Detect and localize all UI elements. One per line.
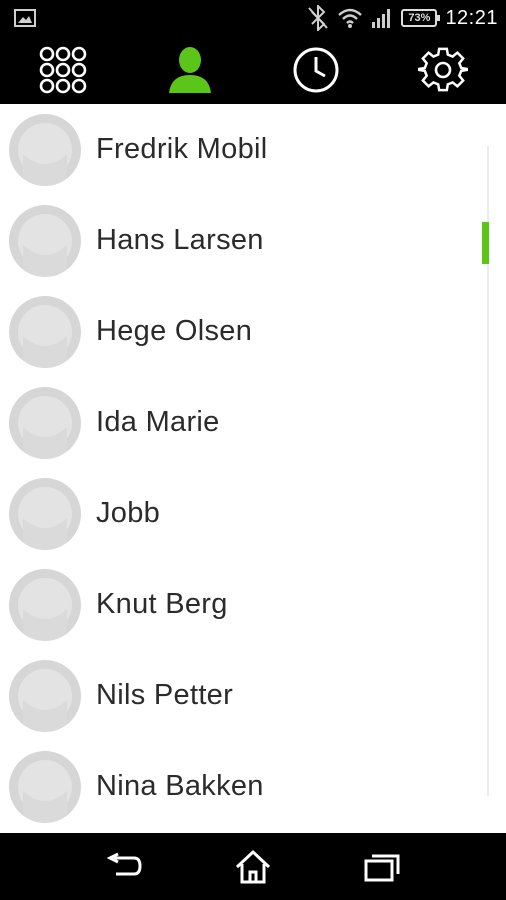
contact-row[interactable]: Hege Olsen [0, 286, 506, 377]
home-button[interactable] [223, 837, 283, 897]
contact-list[interactable]: Fredrik Mobil Hans Larsen Hege Olsen Ida… [0, 104, 506, 833]
system-nav-bar [0, 833, 506, 900]
home-icon [235, 849, 271, 883]
top-nav [0, 36, 506, 104]
recents-clock-icon [293, 47, 339, 93]
avatar-placeholder-icon [9, 477, 81, 550]
contacts-icon [168, 47, 211, 93]
contact-name: Nina Bakken [96, 770, 264, 802]
back-icon [106, 852, 142, 875]
contact-row[interactable]: Knut Berg [0, 559, 506, 650]
contact-name: Nils Petter [96, 679, 234, 711]
tab-settings[interactable] [380, 36, 506, 104]
wifi-icon [338, 8, 363, 28]
dialpad-icon [39, 46, 87, 94]
image-notification-icon [14, 9, 36, 27]
contact-name: Ida Marie [96, 406, 220, 438]
avatar-placeholder-icon [9, 568, 81, 641]
scroll-thumb[interactable] [482, 222, 489, 264]
clock-time: 12:21 [445, 6, 498, 29]
contact-name: Hans Larsen [96, 224, 264, 256]
contact-row[interactable]: Hans Larsen [0, 195, 506, 286]
battery-icon: 73% [401, 9, 441, 27]
avatar-placeholder-icon [9, 113, 81, 186]
avatar-placeholder-icon [9, 750, 81, 823]
settings-gear-icon [417, 47, 468, 92]
avatar-placeholder-icon [9, 295, 81, 368]
status-bar: 73% 12:21 [0, 0, 506, 36]
contact-name: Jobb [96, 497, 161, 529]
signal-icon [372, 9, 391, 28]
contact-name: Hege Olsen [96, 315, 253, 347]
contact-row[interactable]: Ida Marie [0, 377, 506, 468]
recent-apps-icon [364, 854, 400, 881]
contact-row[interactable]: Nina Bakken [0, 741, 506, 832]
tab-contacts[interactable] [127, 36, 254, 104]
contact-name: Fredrik Mobil [96, 133, 268, 165]
contact-row[interactable]: Nils Petter [0, 650, 506, 741]
avatar-placeholder-icon [9, 386, 81, 459]
back-button[interactable] [94, 837, 154, 897]
recent-apps-button[interactable] [352, 837, 412, 897]
contact-row[interactable]: Fredrik Mobil [0, 104, 506, 195]
contact-name: Knut Berg [96, 588, 228, 620]
battery-level: 73% [408, 12, 431, 24]
avatar-placeholder-icon [9, 204, 81, 277]
tab-dialpad[interactable] [0, 36, 127, 104]
avatar-placeholder-icon [9, 659, 81, 732]
contact-row[interactable]: Jobb [0, 468, 506, 559]
tab-recents[interactable] [253, 36, 380, 104]
bluetooth-off-icon [308, 5, 329, 31]
